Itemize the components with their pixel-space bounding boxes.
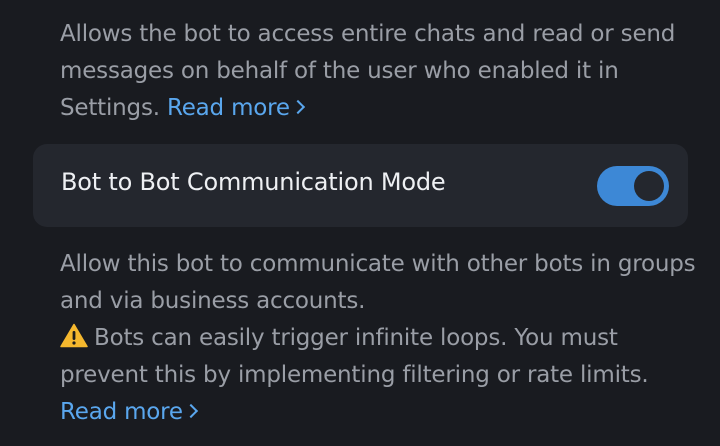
read-more-link-top[interactable]: Read more bbox=[166, 95, 305, 121]
read-more-row: Read more bbox=[60, 394, 700, 431]
read-more-link-bottom[interactable]: Read more bbox=[60, 399, 198, 425]
warning-icon bbox=[60, 323, 88, 348]
warning-text: Bots can easily trigger infinite loops. … bbox=[60, 325, 649, 388]
access-description-text: Allows the bot to access entire chats an… bbox=[60, 21, 676, 121]
setting-label: Bot to Bot Communication Mode bbox=[61, 168, 446, 196]
warning-text-block: Bots can easily trigger infinite loops. … bbox=[60, 320, 700, 394]
toggle-knob bbox=[634, 171, 664, 201]
setting-description: Allow this bot to communicate with other… bbox=[60, 246, 700, 431]
read-more-label: Read more bbox=[60, 399, 183, 425]
access-description: Allows the bot to access entire chats an… bbox=[60, 16, 690, 127]
bot-to-bot-setting-row[interactable]: Bot to Bot Communication Mode bbox=[33, 144, 688, 227]
chevron-right-icon bbox=[183, 403, 198, 419]
chevron-right-icon bbox=[290, 99, 305, 115]
setting-description-text: Allow this bot to communicate with other… bbox=[60, 251, 696, 314]
bot-to-bot-toggle[interactable] bbox=[597, 166, 669, 206]
read-more-label: Read more bbox=[166, 95, 290, 121]
